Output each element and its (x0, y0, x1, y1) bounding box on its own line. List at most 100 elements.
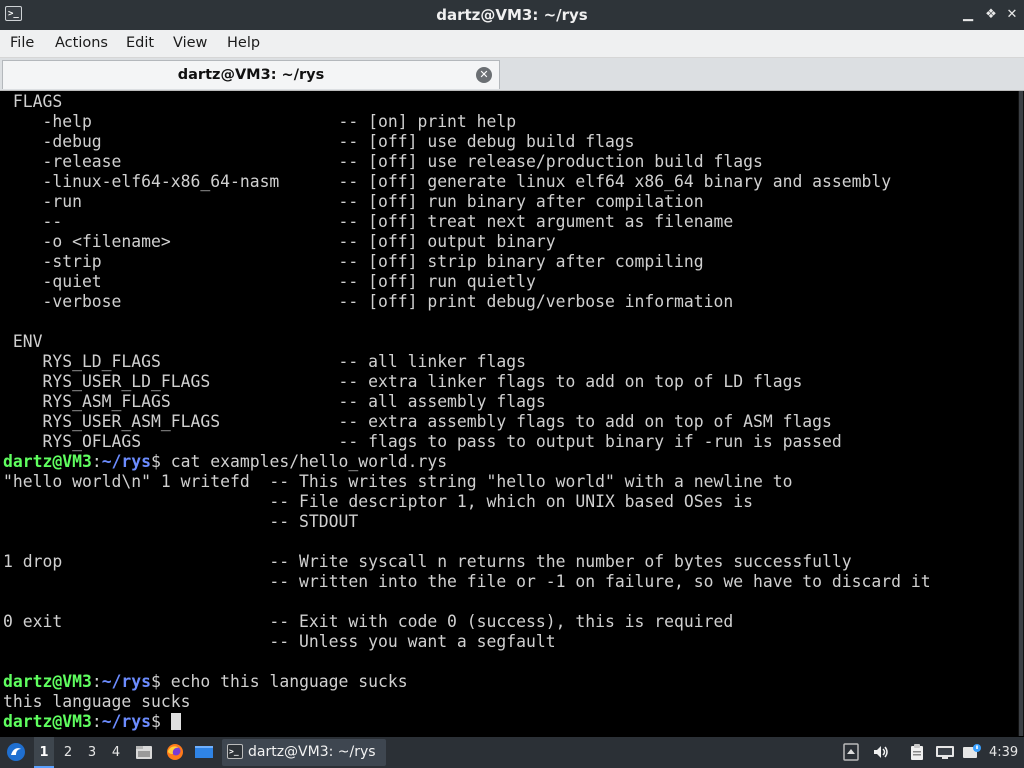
terminal-line: RYS_OFLAGS -- flags to pass to output bi… (3, 432, 931, 452)
firefox-icon[interactable] (166, 743, 184, 761)
taskbar: 1 2 3 4 >_ dartz@VM3: ~/rys 4:39 (0, 737, 1024, 768)
terminal-line: -- Unless you want a segfault (3, 632, 931, 652)
terminal-line: RYS_USER_LD_FLAGS -- extra linker flags … (3, 372, 931, 392)
prompt-user: dartz@VM3 (3, 672, 92, 691)
terminal-text: -- STDOUT (3, 512, 359, 531)
terminal-scrollbar[interactable] (1018, 91, 1024, 736)
terminal-line: -- written into the file or -1 on failur… (3, 572, 931, 592)
terminal-text: RYS_USER_LD_FLAGS -- extra linker flags … (3, 372, 803, 391)
terminal-text: FLAGS (3, 92, 63, 111)
close-button[interactable]: ✕ (1004, 7, 1020, 23)
tab-label: dartz@VM3: ~/rys (177, 67, 325, 83)
terminal-text: -strip -- [off] strip binary after compi… (3, 252, 704, 271)
clipboard-icon[interactable] (908, 743, 926, 761)
close-circle-icon[interactable]: ✕ (476, 67, 492, 83)
window-titlebar[interactable]: >_ dartz@VM3: ~/rys ▁ ❖ ✕ (0, 0, 1024, 30)
terminal-line: -run -- [off] run binary after compilati… (3, 192, 931, 212)
terminal-line: FLAGS (3, 92, 931, 112)
terminal-line: -help -- [on] print help (3, 112, 931, 132)
terminal-prompt-line: dartz@VM3:~/rys$ cat examples/hello_worl… (3, 452, 931, 472)
terminal-text: -- -- [off] treat next argument as filen… (3, 212, 734, 231)
network-icon[interactable] (935, 743, 954, 761)
prompt-path: ~/rys (101, 452, 152, 471)
minimize-button[interactable]: ▁ (960, 7, 976, 23)
terminal-text: RYS_OFLAGS -- flags to pass to output bi… (3, 432, 842, 451)
scrollbar-thumb[interactable] (1019, 91, 1023, 736)
terminal-line: RYS_ASM_FLAGS -- all assembly flags (3, 392, 931, 412)
terminal-lines: FLAGS -help -- [on] print help -debug --… (3, 92, 931, 732)
terminal-text: 1 drop -- Write syscall n returns the nu… (3, 552, 852, 571)
terminal-line: -- File descriptor 1, which on UNIX base… (3, 492, 931, 512)
terminal-cursor (170, 713, 181, 730)
terminal-line: RYS_USER_ASM_FLAGS -- extra assembly fla… (3, 412, 931, 432)
workspace-4[interactable]: 4 (106, 737, 126, 768)
terminal-text: -- written into the file or -1 on failur… (3, 572, 931, 591)
terminal-line: "hello world\n" 1 writefd -- This writes… (3, 472, 931, 492)
terminal-line: 0 exit -- Exit with code 0 (success), th… (3, 612, 931, 632)
terminal-text: cat examples/hello_world.rys (170, 452, 448, 471)
terminal-text: echo this language sucks (170, 672, 408, 691)
terminal-line: -quiet -- [off] run quietly (3, 272, 931, 292)
prompt-path: ~/rys (101, 712, 152, 731)
terminal-text: -linux-elf64-x86_64-nasm -- [off] genera… (3, 172, 892, 191)
terminal-line: RYS_LD_FLAGS -- all linker flags (3, 352, 931, 372)
menubar: File Actions Edit View Help (0, 30, 1024, 58)
terminal-line: -release -- [off] use release/production… (3, 152, 931, 172)
terminal-text: -verbose -- [off] print debug/verbose in… (3, 292, 734, 311)
prompt-user: dartz@VM3 (3, 712, 92, 731)
terminal-text: ENV (3, 332, 43, 351)
menu-actions[interactable]: Actions (55, 30, 108, 57)
clock: 4:39 (989, 745, 1019, 760)
terminal-line: -debug -- [off] use debug build flags (3, 132, 931, 152)
tray-arrow-icon[interactable] (843, 743, 861, 761)
terminal-line: -linux-elf64-x86_64-nasm -- [off] genera… (3, 172, 931, 192)
file-manager-icon[interactable] (135, 743, 153, 761)
terminal-text: "hello world\n" 1 writefd -- This writes… (3, 472, 793, 491)
terminal-text: -- Unless you want a segfault (3, 632, 556, 651)
workspace-2[interactable]: 2 (58, 737, 78, 768)
menu-file[interactable]: File (10, 30, 34, 57)
terminal-line: -o <filename> -- [off] output binary (3, 232, 931, 252)
taskbar-task-terminal[interactable]: >_ dartz@VM3: ~/rys (222, 739, 386, 766)
terminal-line: -- -- [off] treat next argument as filen… (3, 212, 931, 232)
terminal-text: -o <filename> -- [off] output binary (3, 232, 556, 251)
terminal-line: -verbose -- [off] print debug/verbose in… (3, 292, 931, 312)
prompt-user: dartz@VM3 (3, 452, 92, 471)
volume-icon[interactable] (872, 743, 890, 761)
terminal-text: -- File descriptor 1, which on UNIX base… (3, 492, 753, 511)
prompt-symbol: $ (151, 672, 171, 691)
terminal-text: RYS_LD_FLAGS -- all linker flags (3, 352, 527, 371)
terminal-icon: >_ (227, 744, 243, 759)
terminal-text: -quiet -- [off] run quietly (3, 272, 536, 291)
prompt-separator: : (91, 712, 102, 731)
show-desktop-icon[interactable] (194, 743, 213, 761)
tab-terminal[interactable]: dartz@VM3: ~/rys ✕ (2, 60, 500, 89)
prompt-separator: : (91, 672, 102, 691)
terminal-text: RYS_ASM_FLAGS -- all assembly flags (3, 392, 546, 411)
terminal-text: -release -- [off] use release/production… (3, 152, 763, 171)
workspace-3[interactable]: 3 (82, 737, 102, 768)
task-label: dartz@VM3: ~/rys (248, 744, 376, 760)
terminal-prompt-line: dartz@VM3:~/rys$ echo this language suck… (3, 672, 931, 692)
menu-help[interactable]: Help (227, 30, 260, 57)
terminal-line: -- STDOUT (3, 512, 931, 532)
prompt-separator: : (91, 452, 102, 471)
update-icon[interactable] (962, 743, 981, 761)
terminal-text: 0 exit -- Exit with code 0 (success), th… (3, 612, 734, 631)
window-title: dartz@VM3: ~/rys (436, 6, 588, 24)
maximize-button[interactable]: ❖ (983, 7, 999, 23)
workspace-1[interactable]: 1 (34, 737, 54, 768)
menu-edit[interactable]: Edit (126, 30, 154, 57)
terminal-prompt-line: dartz@VM3:~/rys$ (3, 712, 931, 732)
prompt-path: ~/rys (101, 672, 152, 691)
start-menu-icon[interactable] (6, 742, 26, 762)
prompt-symbol: $ (151, 712, 171, 731)
menu-view[interactable]: View (173, 30, 207, 57)
terminal-output[interactable]: FLAGS -help -- [on] print help -debug --… (0, 91, 1024, 736)
terminal-text: -help -- [on] print help (3, 112, 517, 131)
terminal-line: ENV (3, 332, 931, 352)
